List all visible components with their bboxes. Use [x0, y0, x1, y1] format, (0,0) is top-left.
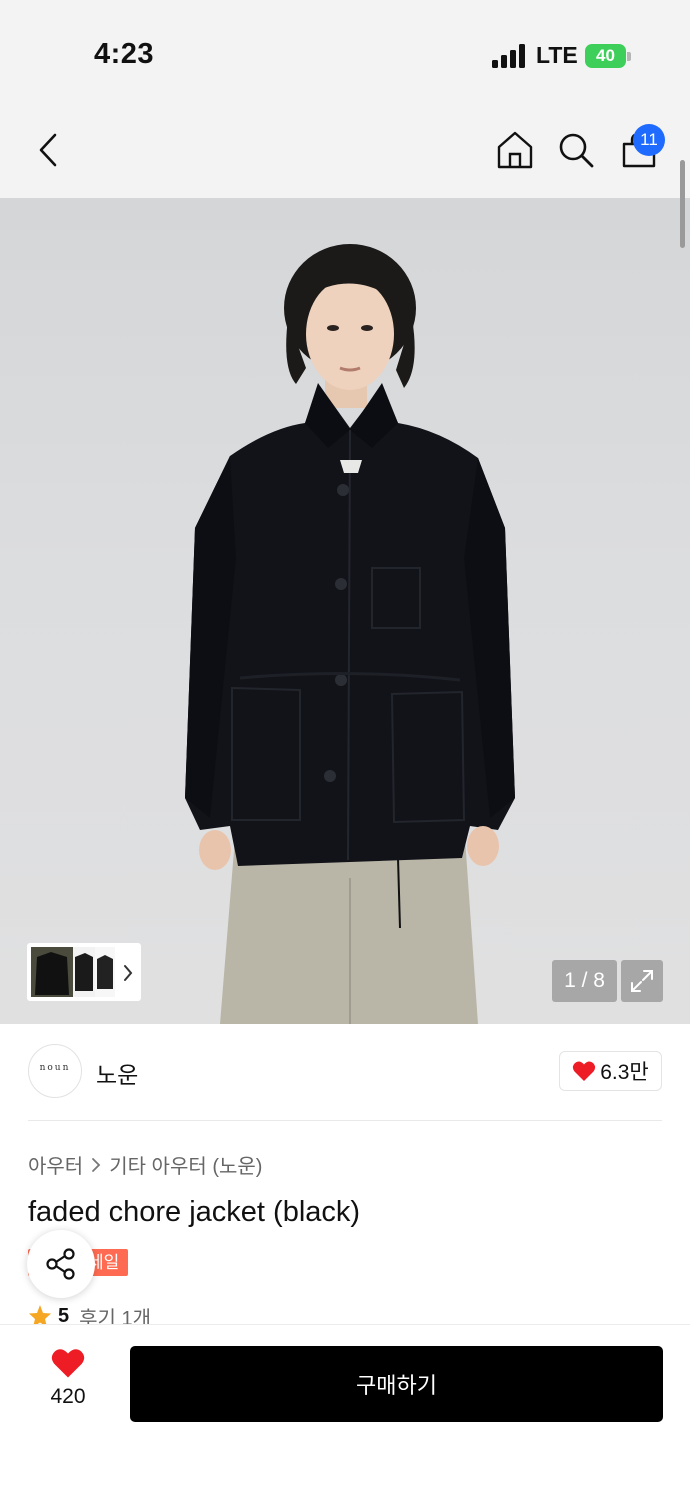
- share-button[interactable]: [27, 1230, 95, 1298]
- chevron-right-icon: [124, 965, 133, 981]
- nav-bar: [0, 100, 690, 198]
- status-time: 4:23: [94, 38, 155, 70]
- back-chevron-icon: [39, 133, 57, 167]
- model-photo: [185, 244, 515, 1024]
- product-image[interactable]: 1 / 8: [0, 198, 690, 1024]
- wishlist-button[interactable]: 420: [28, 1347, 108, 1427]
- brand-like-button[interactable]: 6.3만: [559, 1051, 662, 1091]
- fullscreen-button[interactable]: [621, 960, 663, 1002]
- battery-level: 40: [585, 44, 626, 68]
- expand-icon: [631, 970, 653, 992]
- breadcrumb: 아우터 기타 아우터 (노운): [28, 1150, 262, 1179]
- share-icon: [46, 1248, 75, 1280]
- buy-button[interactable]: 구매하기: [130, 1346, 663, 1422]
- cart-count-badge: 11: [633, 124, 665, 156]
- product-title: faded chore jacket (black): [28, 1196, 361, 1228]
- chevron-right-icon: [92, 1157, 101, 1172]
- breadcrumb-category[interactable]: 아우터: [28, 1150, 83, 1179]
- brand-logo-text: noun: [39, 1063, 71, 1073]
- wishlist-count: 420: [50, 1385, 86, 1408]
- brand-logo[interactable]: noun: [28, 1044, 82, 1098]
- brand-like-count: 6.3만: [600, 1061, 649, 1084]
- home-button[interactable]: [495, 130, 535, 170]
- image-counter: 1 / 8: [552, 960, 617, 1002]
- heart-icon: [573, 1061, 596, 1081]
- divider: [28, 1120, 662, 1121]
- breadcrumb-subcategory[interactable]: 기타 아우터 (노운): [109, 1150, 262, 1179]
- back-button[interactable]: [28, 130, 68, 170]
- status-bar: 4:23 LTE 40: [0, 0, 690, 100]
- heart-icon: [51, 1349, 85, 1378]
- network-label: LTE: [536, 42, 578, 68]
- scrollbar[interactable]: [680, 160, 685, 248]
- search-icon: [559, 133, 594, 168]
- signal-icon: [492, 44, 526, 68]
- brand-name[interactable]: 노운: [96, 1056, 138, 1090]
- search-button[interactable]: [556, 130, 596, 170]
- home-icon: [497, 131, 533, 169]
- thumbnail-strip[interactable]: [27, 943, 141, 1001]
- bottom-action-bar: 420 구매하기: [0, 1324, 690, 1500]
- battery-icon: 40: [585, 44, 631, 68]
